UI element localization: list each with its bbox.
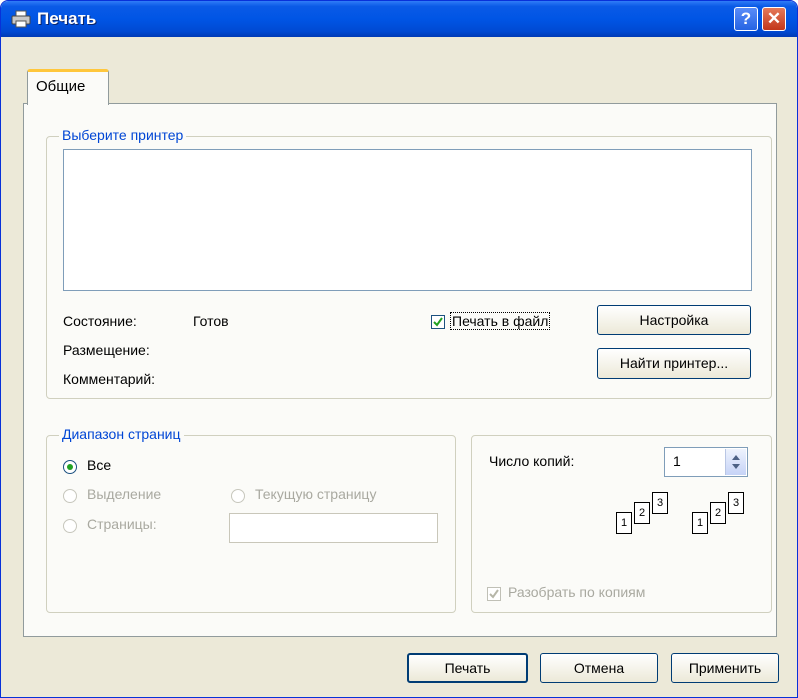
page-icon: 1 xyxy=(692,512,708,534)
printer-group-label: Выберите принтер xyxy=(59,127,187,143)
range-pages-radio[interactable] xyxy=(63,519,77,533)
copies-value: 1 xyxy=(673,453,681,469)
page-icon: 3 xyxy=(728,492,744,514)
copies-label: Число копий: xyxy=(489,453,575,469)
checkmark-icon xyxy=(433,317,443,327)
spin-up-down-icon xyxy=(732,455,740,469)
range-pages-input[interactable] xyxy=(229,513,438,543)
help-button[interactable]: ? xyxy=(734,7,758,31)
page-icon: 2 xyxy=(710,502,726,524)
status-label: Состояние: xyxy=(63,313,137,329)
collate-label[interactable]: Разобрать по копиям xyxy=(508,584,645,600)
range-pages-label[interactable]: Страницы: xyxy=(87,516,157,532)
title-bar[interactable]: Печать ? ✕ xyxy=(1,1,797,37)
print-dialog: Печать ? ✕ Общие Выберите принтер Состоя… xyxy=(0,0,798,698)
tab-general[interactable]: Общие xyxy=(27,69,109,105)
printer-list[interactable] xyxy=(63,149,752,291)
close-button[interactable]: ✕ xyxy=(762,7,786,31)
find-printer-button[interactable]: Найти принтер... xyxy=(597,348,751,379)
page-icon: 1 xyxy=(616,512,632,534)
range-current-label[interactable]: Текущую страницу xyxy=(255,486,376,502)
page-icon: 3 xyxy=(652,492,668,514)
radio-selected-dot xyxy=(67,464,73,470)
range-all-radio[interactable] xyxy=(63,460,77,474)
range-current-radio[interactable] xyxy=(231,489,245,503)
collated-pages-icon-2: 3 2 1 xyxy=(684,492,744,542)
tab-general-label: Общие xyxy=(36,78,86,95)
setup-button[interactable]: Настройка xyxy=(597,305,751,335)
print-to-file-label[interactable]: Печать в файл xyxy=(450,312,551,330)
cancel-button[interactable]: Отмена xyxy=(540,653,658,683)
printer-icon xyxy=(11,10,31,28)
status-value: Готов xyxy=(193,313,229,329)
copies-spin-buttons[interactable] xyxy=(725,449,746,475)
page-icon: 2 xyxy=(634,502,650,524)
copies-spinner[interactable]: 1 xyxy=(664,447,748,477)
collate-checkbox[interactable] xyxy=(487,587,501,601)
print-to-file-checkbox[interactable] xyxy=(431,315,445,329)
collated-pages-icon-1: 3 2 1 xyxy=(608,492,668,542)
location-label: Размещение: xyxy=(63,342,150,358)
checkmark-icon xyxy=(489,589,499,599)
apply-button[interactable]: Применить xyxy=(671,653,779,683)
range-all-label[interactable]: Все xyxy=(87,457,111,473)
comment-label: Комментарий: xyxy=(63,371,156,387)
page-range-label: Диапазон страниц xyxy=(59,426,184,442)
print-button[interactable]: Печать xyxy=(407,653,528,683)
range-selection-label[interactable]: Выделение xyxy=(87,486,161,502)
window-title: Печать xyxy=(37,9,97,28)
range-selection-radio[interactable] xyxy=(63,489,77,503)
